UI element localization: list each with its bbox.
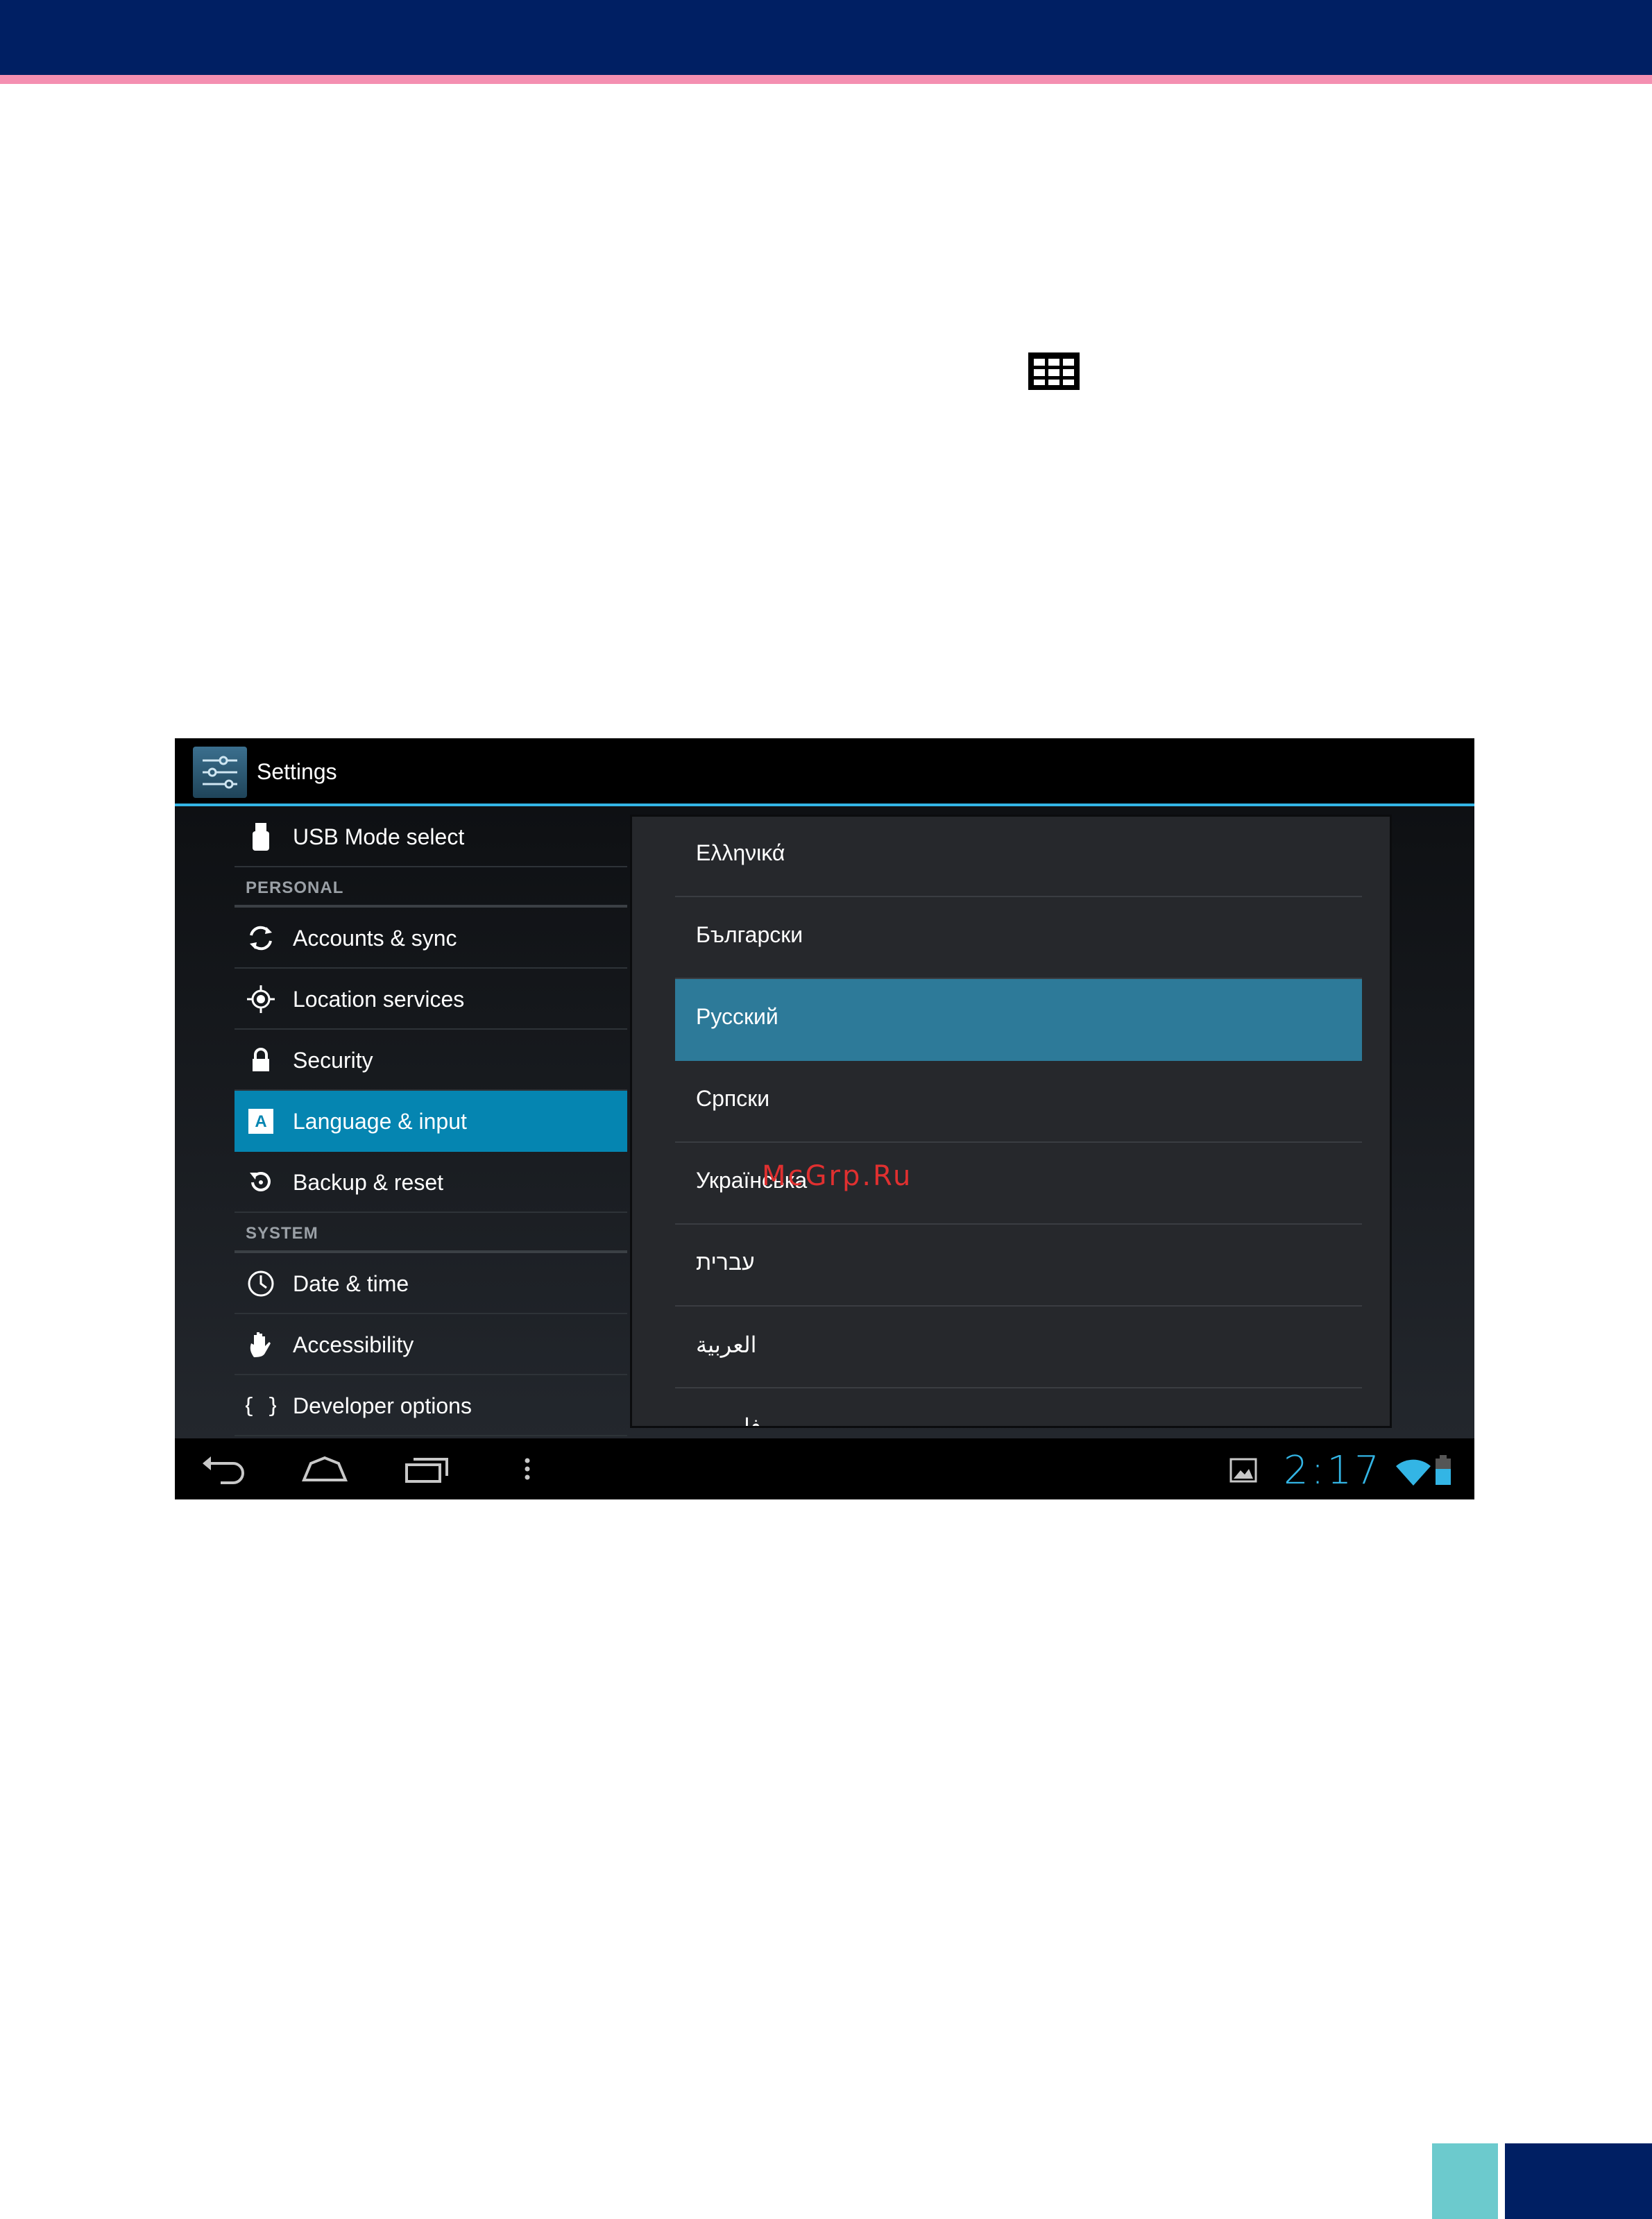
menu-label: Accessibility (293, 1332, 414, 1357)
svg-text:A: A (255, 1112, 266, 1131)
home-icon[interactable] (301, 1452, 348, 1486)
app-title: Settings (257, 759, 337, 784)
language-label: Српски (696, 1086, 770, 1111)
language-label: فارسی (696, 1414, 761, 1428)
language-label: עברית (696, 1250, 755, 1275)
action-bar: Settings (175, 738, 1474, 806)
language-option[interactable]: Српски (675, 1061, 1362, 1143)
menu-label: Date & time (293, 1271, 409, 1296)
language-label: Русский (696, 1004, 778, 1029)
location-target-icon (247, 985, 275, 1013)
language-label: العربية (696, 1332, 757, 1357)
menu-label: Security (293, 1048, 373, 1073)
recent-apps-icon[interactable] (404, 1452, 451, 1486)
menu-item-developer-options[interactable]: { } Developer options (235, 1375, 627, 1436)
screenshot-notification-icon[interactable] (1229, 1458, 1257, 1483)
lock-icon (253, 1048, 269, 1071)
language-label: Ελληνικά (696, 840, 785, 865)
system-navigation-bar: 2:17 (175, 1438, 1474, 1499)
menu-item-accounts-sync[interactable]: Accounts & sync (235, 908, 627, 969)
page-header-stripe (0, 75, 1652, 84)
menu-label: Developer options (293, 1393, 472, 1418)
language-option[interactable]: Български (675, 897, 1362, 979)
menu-item-date-time[interactable]: Date & time (235, 1253, 627, 1314)
battery-icon (1436, 1455, 1451, 1485)
language-label: Български (696, 922, 803, 947)
language-option[interactable]: فارسی (675, 1388, 1362, 1428)
overflow-menu-icon[interactable] (520, 1452, 534, 1486)
sync-icon (250, 926, 272, 951)
footer-accent-teal (1432, 2143, 1498, 2219)
page-header-band (0, 0, 1652, 75)
backup-restore-icon (250, 1171, 271, 1191)
menu-item-accessibility[interactable]: Accessibility (235, 1314, 627, 1375)
settings-menu: USB Mode select PERSONAL Accounts & sync… (235, 806, 627, 1438)
language-option[interactable]: Ελληνικά (675, 817, 1362, 897)
settings-app-icon[interactable] (193, 747, 247, 798)
menu-label: Accounts & sync (293, 926, 457, 951)
status-clock: 2:17 (1284, 1448, 1382, 1493)
language-picker-dialog: Ελληνικά Български Русский Српски Україн… (630, 815, 1392, 1428)
menu-item-security[interactable]: Security (235, 1030, 627, 1091)
apps-grid-icon (1028, 352, 1080, 390)
braces-icon: { } (246, 1394, 276, 1418)
menu-label: Backup & reset (293, 1170, 443, 1195)
tablet-screenshot: Settings USB Mode select PERSONAL Accoun… (175, 738, 1474, 1499)
menu-label: USB Mode select (293, 824, 465, 849)
menu-item-usb-mode[interactable]: USB Mode select (235, 806, 627, 867)
section-label: PERSONAL (246, 878, 344, 897)
watermark: McGrp.Ru (762, 1160, 913, 1192)
clock-icon (248, 1270, 274, 1297)
svg-text:{ }: { } (246, 1394, 276, 1418)
settings-content: USB Mode select PERSONAL Accounts & sync… (175, 806, 1474, 1438)
footer-accent-navy (1505, 2143, 1652, 2219)
menu-item-language-input[interactable]: A Language & input (235, 1091, 627, 1152)
usb-drive-icon (253, 823, 269, 851)
section-header-system: SYSTEM (235, 1213, 627, 1253)
menu-label: Language & input (293, 1109, 467, 1134)
language-option-selected[interactable]: Русский (675, 979, 1362, 1061)
hand-icon (250, 1332, 271, 1357)
language-option[interactable]: العربية (675, 1307, 1362, 1388)
section-header-personal: PERSONAL (235, 867, 627, 908)
menu-item-location-services[interactable]: Location services (235, 969, 627, 1030)
back-icon[interactable] (200, 1452, 247, 1486)
section-label: SYSTEM (246, 1224, 318, 1243)
language-option[interactable]: עברית (675, 1225, 1362, 1307)
menu-item-backup-reset[interactable]: Backup & reset (235, 1152, 627, 1213)
language-keyboard-icon: A (248, 1109, 273, 1134)
menu-label: Location services (293, 987, 465, 1012)
wifi-icon (1396, 1459, 1431, 1486)
